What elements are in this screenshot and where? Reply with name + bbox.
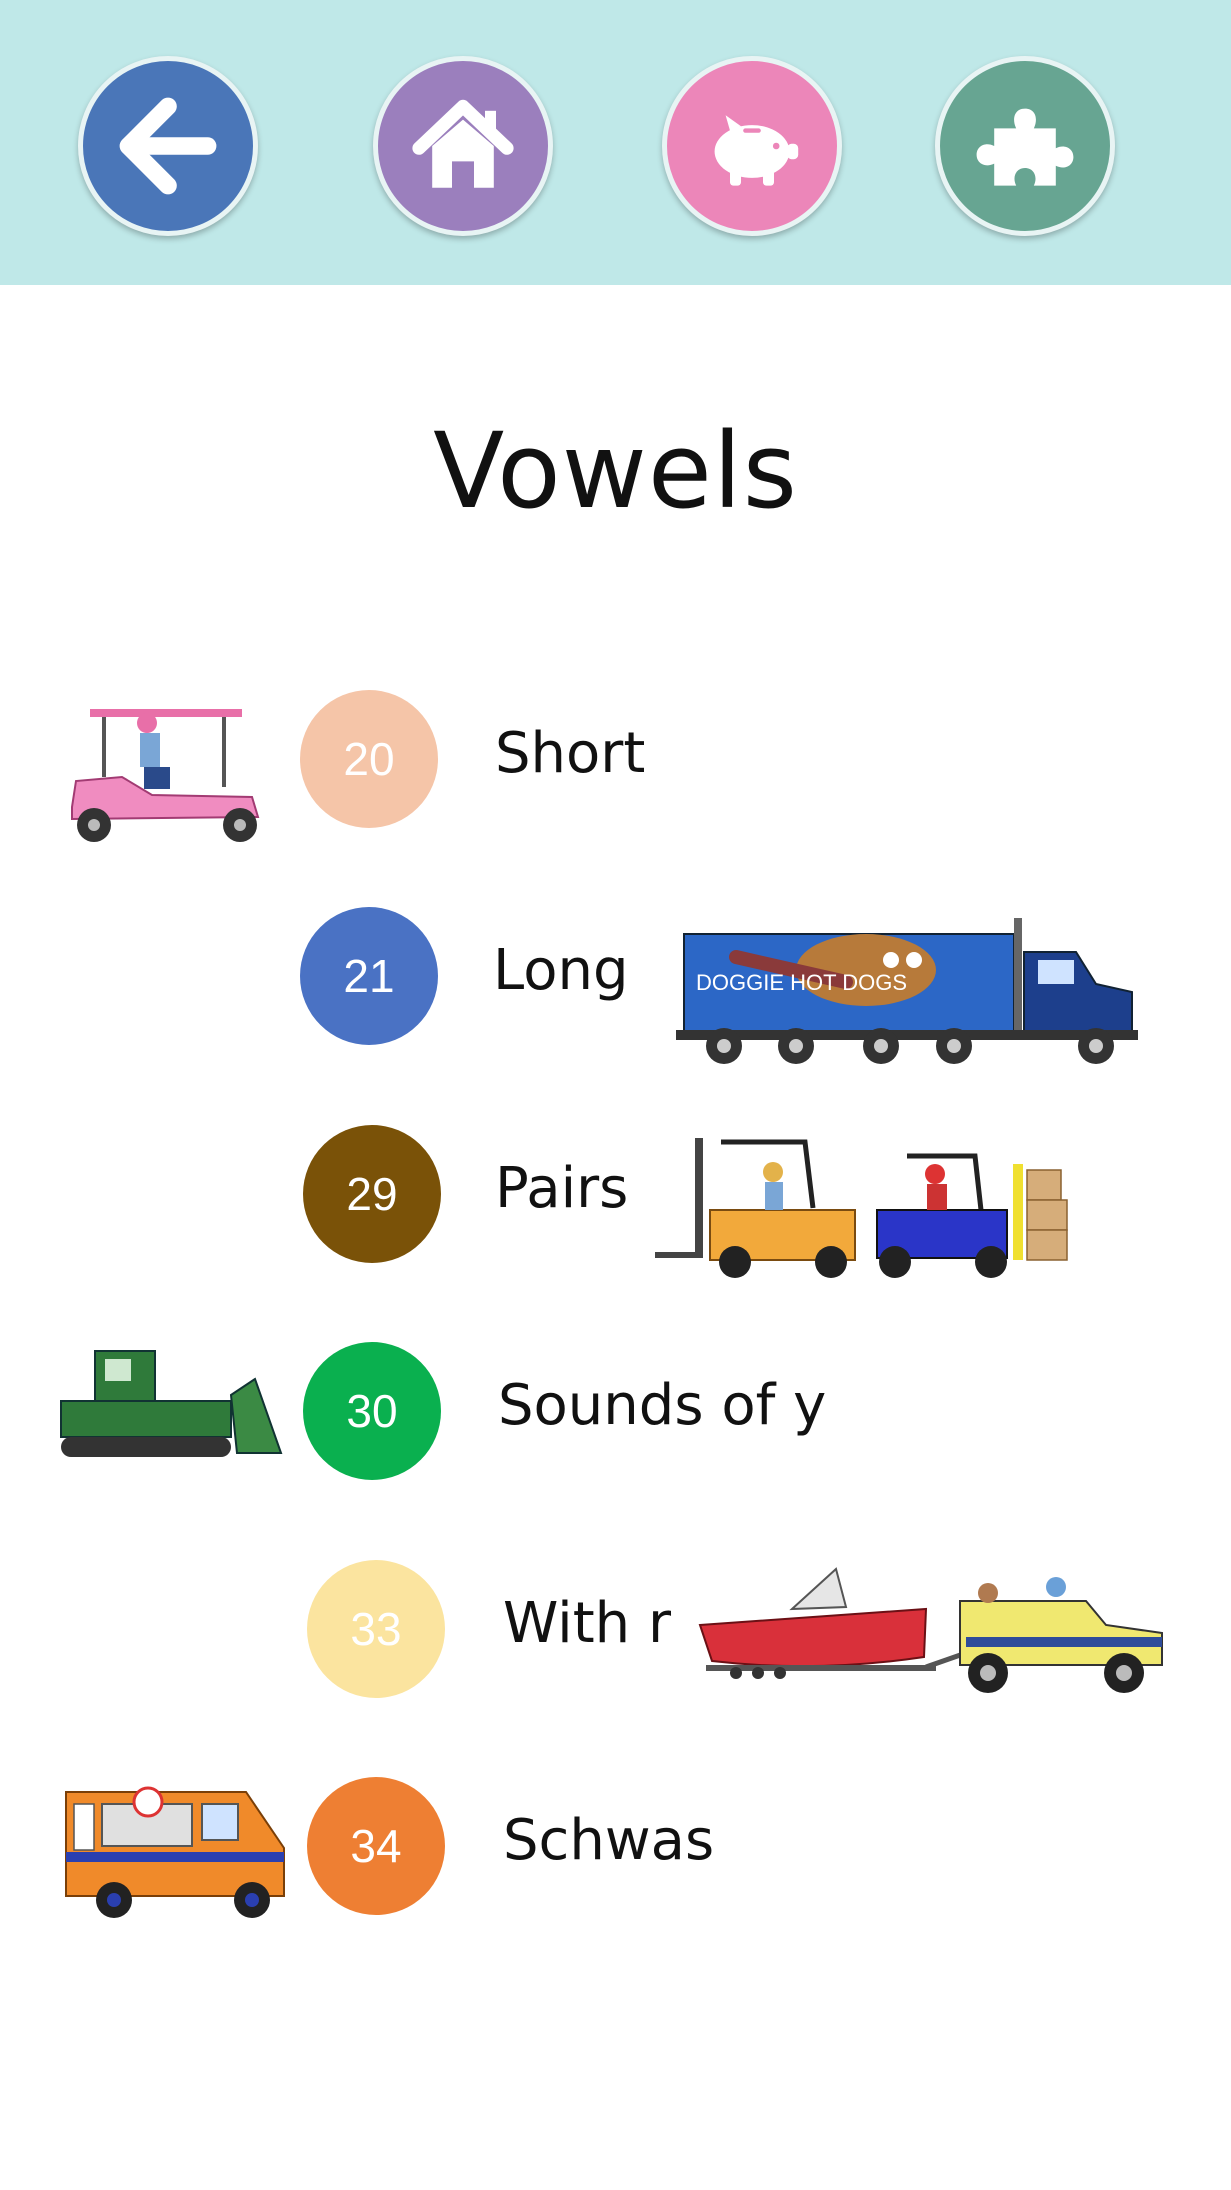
- forklifts-icon: [655, 1138, 1068, 1278]
- lesson-number-badge: 34: [307, 1777, 445, 1915]
- lesson-label: Long: [493, 938, 629, 1003]
- lesson-number-badge: 33: [307, 1560, 445, 1698]
- ice-cream-van-icon: [65, 1786, 285, 1918]
- puzzle-icon: [976, 108, 1074, 186]
- lesson-row-34[interactable]: 34 Schwas: [0, 1772, 1231, 1922]
- lesson-number-badge: 29: [303, 1125, 441, 1263]
- top-nav-bar: [0, 0, 1231, 285]
- home-button[interactable]: [373, 56, 553, 236]
- lesson-number-badge: 20: [300, 690, 438, 828]
- truck-signage: DOGGIE HOT DOGS: [696, 970, 907, 995]
- puzzle-button[interactable]: [935, 56, 1115, 236]
- truck-with-boat-icon: [698, 1567, 1163, 1693]
- lesson-row-30[interactable]: 30 Sounds of y: [0, 1337, 1231, 1487]
- hot-dog-truck-icon: DOGGIE HOT DOGS: [676, 918, 1138, 1064]
- lesson-row-29[interactable]: 29 Pairs: [0, 1120, 1231, 1278]
- arrow-left-icon: [119, 97, 217, 195]
- lesson-label: With r: [503, 1591, 671, 1656]
- bulldozer-icon: [60, 1350, 283, 1457]
- home-icon: [412, 99, 514, 188]
- lesson-number-badge: 30: [303, 1342, 441, 1480]
- lesson-label: Short: [495, 721, 646, 786]
- golf-cart-icon: [71, 709, 260, 842]
- page-title: Vowels: [433, 410, 798, 532]
- lesson-row-20[interactable]: 20 Short: [0, 685, 1231, 842]
- lesson-label: Schwas: [503, 1808, 715, 1873]
- lesson-row-21[interactable]: 21 Long DOGGIE HOT DOGS: [0, 902, 1231, 1064]
- lesson-row-33[interactable]: 33 With r: [0, 1555, 1231, 1705]
- piggy-bank-button[interactable]: [662, 56, 842, 236]
- lesson-label: Sounds of y: [498, 1373, 827, 1438]
- lesson-label: Pairs: [495, 1156, 629, 1221]
- piggy-bank-icon: [714, 115, 799, 186]
- lesson-number-badge: 21: [300, 907, 438, 1045]
- back-button[interactable]: [78, 56, 258, 236]
